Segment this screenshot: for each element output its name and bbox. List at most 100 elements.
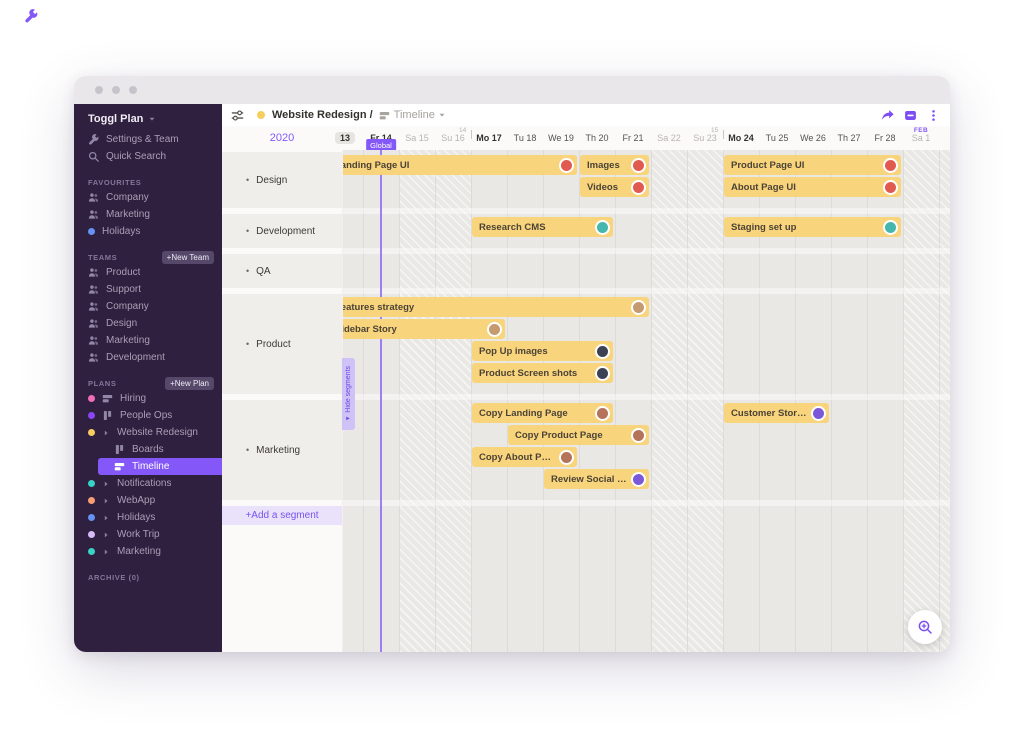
- task-bar-research-cms[interactable]: Research CMS: [472, 217, 613, 237]
- task-bar-videos[interactable]: Videos: [580, 177, 649, 197]
- day-header-sa-22[interactable]: Sa 22: [651, 133, 687, 143]
- zoom-in-button[interactable]: [908, 610, 942, 644]
- task-bar-product-screen-shots[interactable]: Product Screen shots: [472, 363, 613, 383]
- new--new-plan-button[interactable]: +New Plan: [165, 376, 214, 390]
- search-icon: [88, 151, 99, 162]
- sidebar-item-webapp[interactable]: WebApp: [74, 492, 222, 509]
- sidebar-item-label: Product: [106, 267, 141, 278]
- sidebar-item-notifications[interactable]: Notifications: [74, 475, 222, 492]
- plan-color-dot: [88, 480, 95, 487]
- sidebar-item-product[interactable]: Product: [74, 264, 222, 281]
- day-header-mo-17[interactable]: Mo 17: [471, 133, 507, 143]
- day-header-tu-25[interactable]: Tu 25: [759, 133, 795, 143]
- day-header-tu-18[interactable]: Tu 18: [507, 133, 543, 143]
- sidebar-item-label: Support: [106, 284, 142, 295]
- sidebar-item-holidays[interactable]: Holidays: [74, 223, 222, 240]
- task-bar-copy-landing-page[interactable]: Copy Landing Page: [472, 403, 613, 423]
- segment-label-marketing[interactable]: • Marketing: [222, 400, 342, 500]
- sidebar-section-header: FAVOURITES: [74, 175, 222, 189]
- task-bar-product-page-ui[interactable]: Product Page UI: [724, 155, 901, 175]
- kebab-icon[interactable]: [927, 109, 940, 122]
- chevron-down-icon[interactable]: [438, 111, 446, 119]
- week-divider-tick: [723, 130, 724, 139]
- task-label: About Page UI: [731, 181, 796, 193]
- window-control-dot: [112, 86, 120, 94]
- task-label: Features strategy: [335, 301, 415, 313]
- sidebar-item-label: Design: [106, 318, 138, 329]
- plan-color-dot: [88, 412, 95, 419]
- day-header-th-27[interactable]: Th 27: [831, 133, 867, 143]
- day-header-fr-21[interactable]: Fr 21: [615, 133, 651, 143]
- sidebar-item-marketing[interactable]: Marketing: [74, 206, 222, 223]
- sidebar-item-development[interactable]: Development: [74, 349, 222, 366]
- plan-color-dot: [88, 531, 95, 538]
- caret-right-icon: [102, 548, 110, 556]
- task-label: Product Page UI: [731, 159, 805, 171]
- day-header-su-16[interactable]: Su 16: [435, 133, 471, 143]
- day-header-th-20[interactable]: Th 20: [579, 133, 615, 143]
- task-bar-copy-product-page[interactable]: Copy Product Page: [508, 425, 649, 445]
- milestone-line: [380, 150, 382, 652]
- view-selector-label[interactable]: Timeline: [394, 109, 435, 121]
- main-area: Website Redesign / Timeline 2020 Global …: [222, 104, 950, 652]
- task-bar-customer-stories[interactable]: Customer Stories: [724, 403, 829, 423]
- sidebar-item-design[interactable]: Design: [74, 315, 222, 332]
- task-bar-features-strategy[interactable]: Features strategy: [328, 297, 649, 317]
- sidebar-item-marketing[interactable]: Marketing: [74, 332, 222, 349]
- filter-icon[interactable]: [231, 109, 244, 122]
- day-header-13[interactable]: 13: [327, 132, 363, 144]
- day-header-fr-28[interactable]: Fr 28: [867, 133, 903, 143]
- segment-label-design[interactable]: • Design: [222, 152, 342, 208]
- sidebar-item-timeline[interactable]: Timeline: [98, 458, 222, 475]
- day-header-sa-15[interactable]: Sa 15: [399, 133, 435, 143]
- app-window: Toggl Plan Settings & Team Quick Search FA…: [74, 76, 950, 652]
- task-bar-about-page-ui[interactable]: About Page UI: [724, 177, 901, 197]
- task-bar-staging-set-up[interactable]: Staging set up: [724, 217, 901, 237]
- window-control-dot: [95, 86, 103, 94]
- segment-label-product[interactable]: • Product: [222, 294, 342, 394]
- day-header-su-23[interactable]: Su 23: [687, 133, 723, 143]
- segment-label-development[interactable]: • Development: [222, 214, 342, 248]
- day-header-mo-24[interactable]: Mo 24: [723, 133, 759, 143]
- task-bar-landing-page-ui[interactable]: Landing Page UI: [328, 155, 577, 175]
- task-bar-review-social-proof[interactable]: Review Social Proof: [544, 469, 649, 489]
- day-header-s[interactable]: S: [939, 133, 950, 143]
- sidebar-item-boards[interactable]: Boards: [74, 441, 222, 458]
- day-header-we-26[interactable]: We 26: [795, 133, 831, 143]
- sidebar-item-label: Company: [106, 301, 149, 312]
- sidebar-item-company[interactable]: Company: [74, 298, 222, 315]
- day-header-we-19[interactable]: We 19: [543, 133, 579, 143]
- sidebar-item-work-trip[interactable]: Work Trip: [74, 526, 222, 543]
- new--new-team-button[interactable]: +New Team: [161, 250, 214, 264]
- sidebar-item-support[interactable]: Support: [74, 281, 222, 298]
- assignee-avatar: [559, 449, 574, 465]
- workspace-switcher[interactable]: Toggl Plan: [74, 104, 222, 131]
- hide-segments-tab[interactable]: ◂ Hide segments: [342, 358, 355, 430]
- sidebar-item-people-ops[interactable]: People Ops: [74, 407, 222, 424]
- task-label: Review Social Proof: [551, 473, 631, 485]
- sidebar-item-holidays[interactable]: Holidays: [74, 509, 222, 526]
- weekend-hatch: [904, 150, 939, 652]
- add-segment-button[interactable]: +Add a segment: [222, 506, 342, 525]
- day-header-sa-1[interactable]: Sa 1: [903, 133, 939, 143]
- sidebar-item-hiring[interactable]: Hiring: [74, 390, 222, 407]
- sidebar-section-header: PLANS +New Plan: [74, 376, 222, 390]
- caret-right-icon: [102, 514, 110, 522]
- segment-label-qa[interactable]: • QA: [222, 254, 342, 288]
- sidebar-item-settings-team[interactable]: Settings & Team: [74, 131, 222, 148]
- sidebar-item-marketing[interactable]: Marketing: [74, 543, 222, 560]
- task-bar-copy-about-page[interactable]: Copy About Page: [472, 447, 577, 467]
- share-icon[interactable]: [881, 109, 894, 122]
- sidebar-item-label: Boards: [132, 444, 164, 455]
- sidebar-item-website-redesign[interactable]: Website Redesign: [74, 424, 222, 441]
- milestone-badge[interactable]: Global: [366, 139, 396, 150]
- segment-bullet: •: [246, 339, 250, 349]
- task-bar-sidebar-story[interactable]: Sidebar Story: [328, 319, 505, 339]
- sidebar-item-quick-search[interactable]: Quick Search: [74, 148, 222, 165]
- inbox-icon[interactable]: [904, 109, 917, 122]
- segment-name: Product: [256, 338, 291, 350]
- sidebar-item-company[interactable]: Company: [74, 189, 222, 206]
- section-label: TEAMS: [88, 252, 118, 262]
- task-bar-pop-up-images[interactable]: Pop Up images: [472, 341, 613, 361]
- task-bar-images[interactable]: Images: [580, 155, 649, 175]
